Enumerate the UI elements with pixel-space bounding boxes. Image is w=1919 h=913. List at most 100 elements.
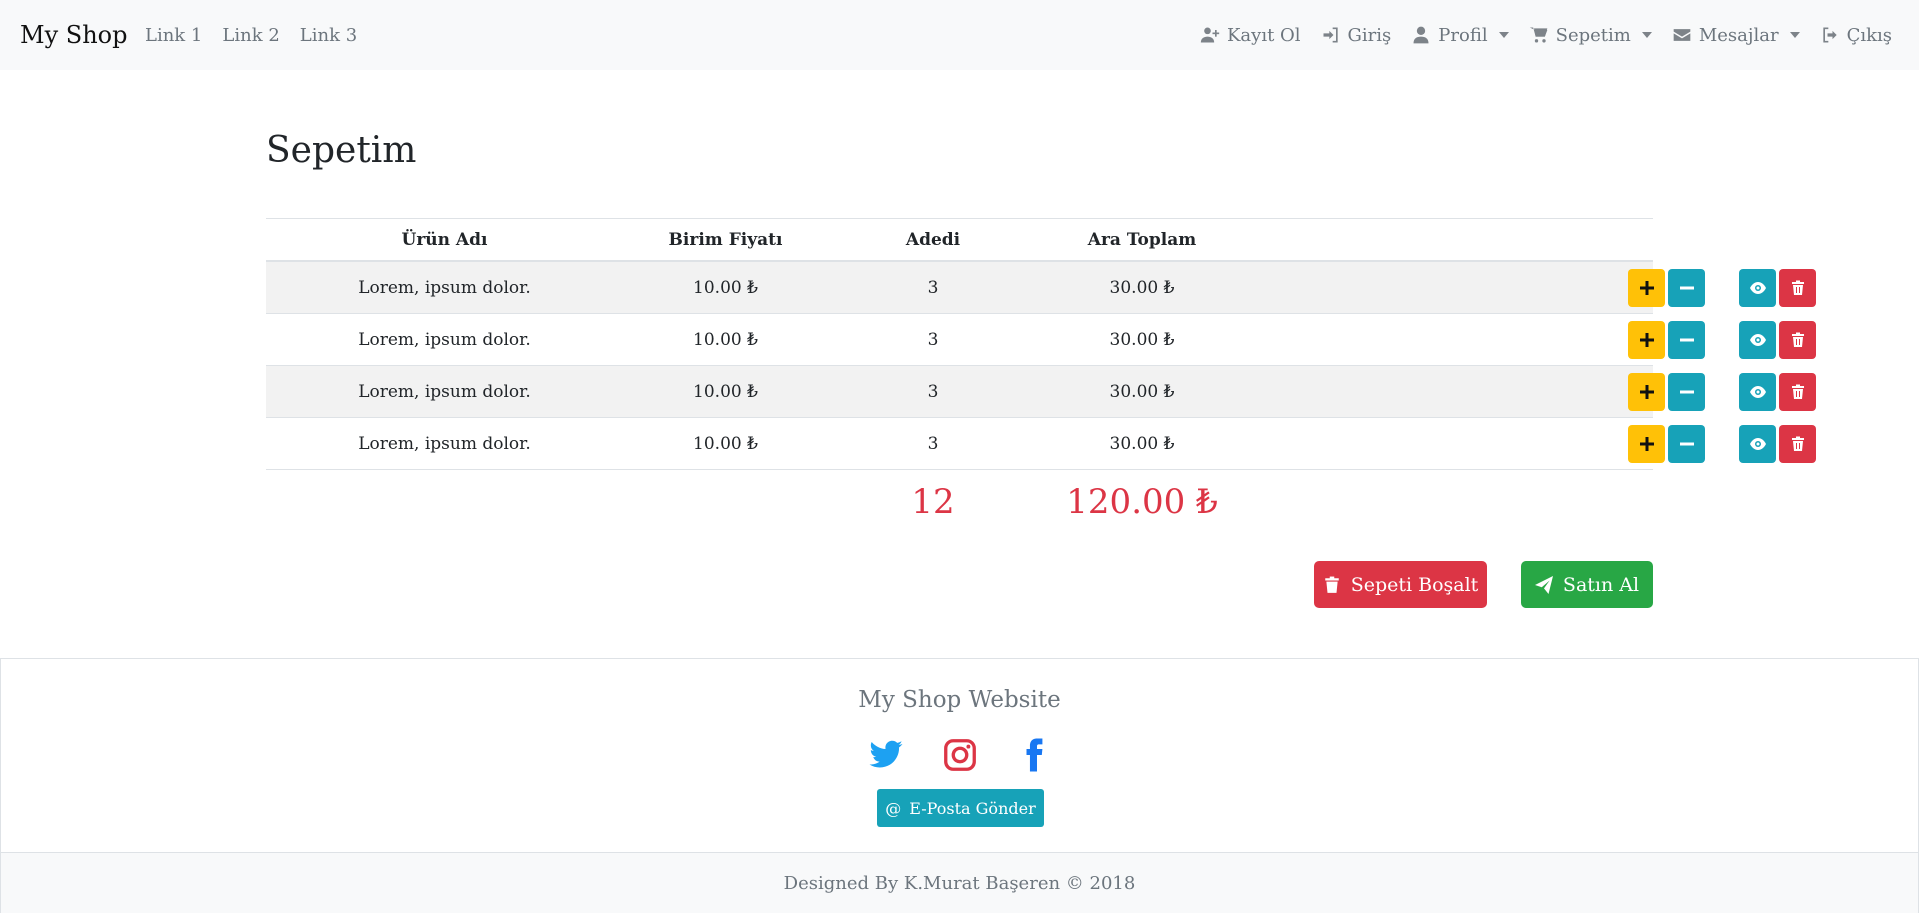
decrease-button[interactable] — [1668, 269, 1705, 307]
row-actions — [1246, 418, 1816, 469]
eye-icon — [1749, 334, 1766, 346]
nav-link-3[interactable]: Link 3 — [300, 25, 357, 46]
nav-right: Kayıt Ol Giriş Profil Sepetim Mesajlar Ç… — [1200, 25, 1892, 46]
subtotal: 30.00 ₺ — [1109, 329, 1175, 350]
unit-price: 10.00 ₺ — [693, 277, 758, 298]
facebook-icon[interactable] — [1016, 737, 1052, 773]
empty-cart-button[interactable]: Sepeti Boşalt — [1314, 561, 1487, 608]
trash-icon — [1791, 384, 1804, 399]
delete-button[interactable] — [1779, 373, 1816, 411]
view-button[interactable] — [1739, 321, 1776, 359]
minus-icon — [1679, 390, 1694, 394]
view-button[interactable] — [1739, 269, 1776, 307]
table-header: Ürün Adı Birim Fiyatı Adedi Ara Toplam — [266, 218, 1653, 262]
nav-link-2[interactable]: Link 2 — [222, 25, 279, 46]
nav-messages[interactable]: Mesajlar — [1672, 25, 1800, 46]
twitter-icon[interactable] — [868, 737, 904, 773]
send-email-label: E-Posta Gönder — [909, 798, 1036, 818]
footer-title: My Shop Website — [858, 687, 1061, 713]
social-links — [1, 737, 1918, 773]
delete-button[interactable] — [1779, 425, 1816, 463]
eye-icon — [1749, 438, 1766, 450]
minus-icon — [1679, 286, 1694, 290]
eye-icon — [1749, 282, 1766, 294]
nav-messages-label: Mesajlar — [1698, 24, 1779, 46]
cart-icon — [1529, 27, 1547, 43]
send-email-button[interactable]: @ E-Posta Gönder — [877, 789, 1044, 827]
instagram-icon[interactable] — [942, 737, 978, 773]
nav-register-label: Kayıt Ol — [1226, 24, 1301, 46]
plus-icon — [1639, 281, 1654, 295]
minus-icon — [1679, 338, 1694, 342]
header-unit-price: Birim Fiyatı — [668, 229, 783, 250]
buy-button[interactable]: Satın Al — [1521, 561, 1653, 608]
header-product-name: Ürün Adı — [401, 229, 488, 250]
view-button[interactable] — [1739, 425, 1776, 463]
user-icon — [1413, 26, 1429, 44]
brand-logo[interactable]: My Shop — [20, 21, 127, 49]
nav-login[interactable]: Giriş — [1321, 25, 1391, 46]
quantity: 3 — [927, 277, 939, 298]
row-actions — [1246, 366, 1816, 417]
row-actions — [1246, 262, 1816, 313]
copyright: Designed By K.Murat Başeren © 2018 — [1, 852, 1918, 913]
increase-button[interactable] — [1628, 321, 1665, 359]
decrease-button[interactable] — [1668, 425, 1705, 463]
table-row: Lorem, ipsum dolor. 10.00 ₺ 3 30.00 ₺ — [266, 314, 1816, 366]
quantity: 3 — [927, 329, 939, 350]
plus-icon — [1639, 437, 1654, 451]
empty-cart-label: Sepeti Boşalt — [1350, 573, 1479, 596]
product-name: Lorem, ipsum dolor. — [358, 277, 531, 298]
trash-icon — [1791, 280, 1804, 295]
eye-icon — [1749, 386, 1766, 398]
header-subtotal: Ara Toplam — [1087, 229, 1197, 250]
trash-icon — [1791, 332, 1804, 347]
product-name: Lorem, ipsum dolor. — [358, 381, 531, 402]
paper-plane-icon — [1534, 575, 1553, 594]
trash-icon — [1324, 576, 1339, 593]
decrease-button[interactable] — [1668, 321, 1705, 359]
minus-icon — [1679, 442, 1694, 446]
subtotal: 30.00 ₺ — [1109, 433, 1175, 454]
view-button[interactable] — [1739, 373, 1776, 411]
nav-cart[interactable]: Sepetim — [1529, 25, 1652, 46]
table-row: Lorem, ipsum dolor. 10.00 ₺ 3 30.00 ₺ — [266, 366, 1816, 418]
unit-price: 10.00 ₺ — [693, 381, 758, 402]
nav-links: Link 1 Link 2 Link 3 — [145, 25, 357, 46]
sign-in-icon — [1323, 27, 1338, 43]
cart-table: Ürün Adı Birim Fiyatı Adedi Ara Toplam L… — [266, 218, 1816, 470]
navbar: My Shop Link 1 Link 2 Link 3 Kayıt Ol Gi… — [0, 0, 1919, 70]
user-plus-icon — [1200, 27, 1220, 43]
decrease-button[interactable] — [1668, 373, 1705, 411]
increase-button[interactable] — [1628, 425, 1665, 463]
envelope-icon — [1673, 29, 1691, 41]
nav-logout[interactable]: Çıkış — [1820, 25, 1892, 46]
table-row: Lorem, ipsum dolor. 10.00 ₺ 3 30.00 ₺ — [266, 418, 1816, 470]
subtotal: 30.00 ₺ — [1109, 277, 1175, 298]
nav-link-1[interactable]: Link 1 — [145, 25, 202, 46]
delete-button[interactable] — [1779, 321, 1816, 359]
totals-row: 12 120.00 ₺ — [0, 482, 1919, 528]
plus-icon — [1639, 385, 1654, 399]
at-icon: @ — [885, 798, 902, 818]
increase-button[interactable] — [1628, 269, 1665, 307]
row-actions — [1246, 314, 1816, 365]
nav-profile-label: Profil — [1438, 24, 1488, 46]
chevron-down-icon — [1789, 32, 1800, 38]
total-sum: 120.00 ₺ — [1066, 482, 1218, 522]
sign-out-icon — [1822, 27, 1837, 43]
plus-icon — [1639, 333, 1654, 347]
buy-label: Satın Al — [1562, 573, 1640, 596]
quantity: 3 — [927, 433, 939, 454]
footer: My Shop Website @ E-Posta Gönder Designe… — [0, 658, 1919, 913]
increase-button[interactable] — [1628, 373, 1665, 411]
quantity: 3 — [927, 381, 939, 402]
nav-logout-label: Çıkış — [1846, 24, 1892, 46]
trash-icon — [1791, 436, 1804, 451]
nav-register[interactable]: Kayıt Ol — [1200, 25, 1301, 46]
page-title: Sepetim — [266, 130, 417, 171]
delete-button[interactable] — [1779, 269, 1816, 307]
nav-profile[interactable]: Profil — [1411, 24, 1509, 46]
unit-price: 10.00 ₺ — [693, 433, 758, 454]
header-quantity: Adedi — [905, 229, 961, 250]
